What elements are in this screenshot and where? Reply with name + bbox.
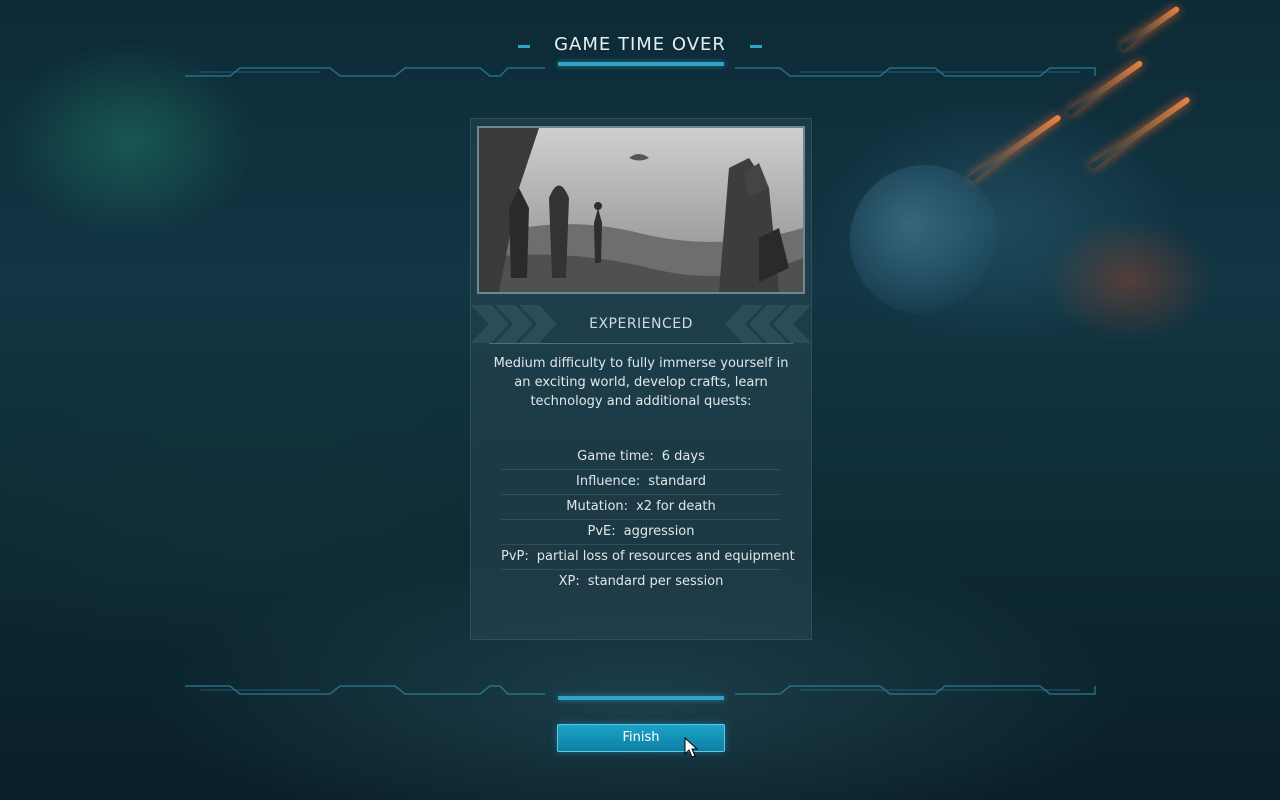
stat-value: standard per session xyxy=(587,574,724,589)
page-title: GAME TIME OVER xyxy=(554,34,726,55)
stat-label: XP: xyxy=(558,574,580,589)
mode-stats-list: Game time: 6 days Influence: standard Muta… xyxy=(501,445,795,594)
stat-value: 6 days xyxy=(661,449,705,464)
stat-row-influence: Influence: standard xyxy=(501,470,781,495)
game-mode-panel: EXPERIENCED Medium difficulty to fully i… xyxy=(470,118,812,640)
mode-preview-image xyxy=(477,126,805,294)
stat-value: standard xyxy=(648,474,706,489)
stat-label: Game time: xyxy=(577,449,654,464)
finish-button[interactable]: Finish xyxy=(557,724,725,752)
stat-label: Mutation: xyxy=(566,499,629,514)
header-circuit-lines xyxy=(185,67,1096,77)
footer-underline xyxy=(558,696,724,700)
mode-description: Medium difficulty to fully immerse yours… xyxy=(493,356,789,409)
stat-row-game-time: Game time: 6 days xyxy=(501,445,781,470)
planet-moon xyxy=(850,165,1000,315)
title-divider xyxy=(489,343,793,344)
mode-title: EXPERIENCED xyxy=(589,316,693,332)
stat-value: x2 for death xyxy=(636,499,716,514)
stat-value: aggression xyxy=(623,524,695,539)
stat-label: PvE: xyxy=(587,524,616,539)
stat-value: partial loss of resources and equipment xyxy=(536,549,795,564)
stat-row-mutation: Mutation: x2 for death xyxy=(501,495,781,520)
preview-artwork-icon xyxy=(479,128,803,292)
stat-row-pvp: PvP: partial loss of resources and equipm… xyxy=(501,545,795,570)
stat-row-pve: PvE: aggression xyxy=(501,520,781,545)
header-dash-right xyxy=(750,45,762,48)
meteor-streak xyxy=(1089,96,1191,170)
stat-label: Influence: xyxy=(576,474,641,489)
mouse-cursor-icon xyxy=(684,737,698,758)
meteor-streak xyxy=(968,113,1062,183)
stat-label: PvP: xyxy=(501,549,529,564)
stat-row-xp: XP: standard per session xyxy=(501,570,781,594)
